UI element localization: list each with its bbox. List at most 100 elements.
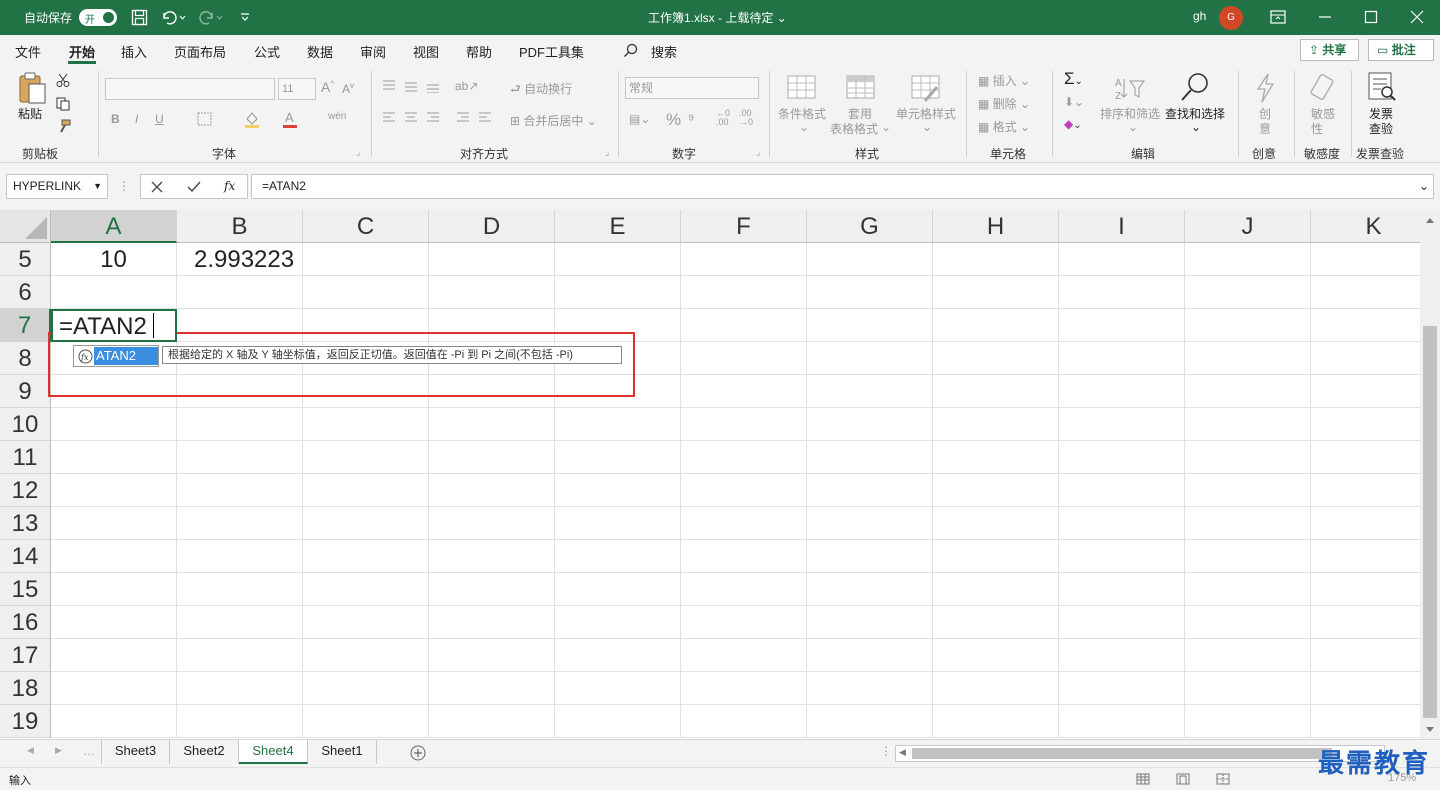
- cell-c12[interactable]: [303, 474, 429, 507]
- window-title[interactable]: 工作簿1.xlsx - 上载待定 ⌄: [648, 9, 787, 26]
- row-header-16[interactable]: 16: [0, 606, 51, 639]
- formula-input[interactable]: =ATAN2 ⌄: [251, 174, 1434, 199]
- cell-i12[interactable]: [1059, 474, 1185, 507]
- cell-d6[interactable]: [429, 276, 555, 309]
- cell-d18[interactable]: [429, 672, 555, 705]
- row-header-15[interactable]: 15: [0, 573, 51, 606]
- cell-e14[interactable]: [555, 540, 681, 573]
- cell-a14[interactable]: [51, 540, 177, 573]
- cell-i11[interactable]: [1059, 441, 1185, 474]
- cell-h14[interactable]: [933, 540, 1059, 573]
- cell-f12[interactable]: [681, 474, 807, 507]
- column-header-d[interactable]: D: [429, 210, 555, 243]
- cell-g17[interactable]: [807, 639, 933, 672]
- cell-h16[interactable]: [933, 606, 1059, 639]
- cell-i6[interactable]: [1059, 276, 1185, 309]
- add-sheet-icon[interactable]: [410, 745, 426, 761]
- cell-k13[interactable]: [1311, 507, 1420, 540]
- borders-icon[interactable]: [197, 112, 213, 126]
- autosum-icon[interactable]: Σ⌄: [1064, 69, 1083, 89]
- cell-f16[interactable]: [681, 606, 807, 639]
- cell-k11[interactable]: [1311, 441, 1420, 474]
- cell-k15[interactable]: [1311, 573, 1420, 606]
- cell-c17[interactable]: [303, 639, 429, 672]
- font-name-dropdown[interactable]: [105, 78, 275, 100]
- cell-a10[interactable]: [51, 408, 177, 441]
- underline-button[interactable]: U: [155, 112, 164, 126]
- cell-k19[interactable]: [1311, 705, 1420, 738]
- increase-decimal-icon[interactable]: ←0.00: [716, 109, 730, 127]
- sheet-tab-sheet1[interactable]: Sheet1: [308, 740, 377, 764]
- cell-b5[interactable]: 2.993223: [177, 243, 303, 276]
- cell-j19[interactable]: [1185, 705, 1311, 738]
- cell-b15[interactable]: [177, 573, 303, 606]
- search-icon[interactable]: [623, 43, 638, 58]
- sensitivity-label-2[interactable]: 性: [1311, 120, 1323, 137]
- undo-icon[interactable]: [160, 9, 186, 26]
- cell-d11[interactable]: [429, 441, 555, 474]
- invoice-check-icon[interactable]: [1367, 71, 1397, 103]
- column-header-j[interactable]: J: [1185, 210, 1311, 243]
- cell-e6[interactable]: [555, 276, 681, 309]
- cell-f19[interactable]: [681, 705, 807, 738]
- row-header-9[interactable]: 9: [0, 375, 51, 408]
- cell-h18[interactable]: [933, 672, 1059, 705]
- cell-d14[interactable]: [429, 540, 555, 573]
- save-icon[interactable]: [131, 9, 148, 26]
- cell-c15[interactable]: [303, 573, 429, 606]
- cell-f8[interactable]: [681, 342, 807, 375]
- cell-e13[interactable]: [555, 507, 681, 540]
- row-header-19[interactable]: 19: [0, 705, 51, 738]
- cell-c13[interactable]: [303, 507, 429, 540]
- scroll-up-icon[interactable]: [1425, 216, 1435, 224]
- cell-k14[interactable]: [1311, 540, 1420, 573]
- ideas-icon[interactable]: [1254, 73, 1276, 103]
- cell-h19[interactable]: [933, 705, 1059, 738]
- cell-f13[interactable]: [681, 507, 807, 540]
- cell-g6[interactable]: [807, 276, 933, 309]
- cell-b19[interactable]: [177, 705, 303, 738]
- number-dialog-launcher-icon[interactable]: ⌟: [756, 147, 760, 158]
- vertical-scrollbar[interactable]: [1420, 210, 1440, 739]
- cell-c6[interactable]: [303, 276, 429, 309]
- cell-d13[interactable]: [429, 507, 555, 540]
- cell-j13[interactable]: [1185, 507, 1311, 540]
- delete-cells-button[interactable]: ▦ 删除 ⌄: [978, 95, 1030, 112]
- bold-button[interactable]: B: [111, 112, 120, 126]
- minimize-icon[interactable]: [1318, 10, 1332, 24]
- sensitivity-icon[interactable]: [1310, 73, 1336, 103]
- comma-style-icon[interactable]: ⁹: [688, 111, 694, 128]
- cell-j7[interactable]: [1185, 309, 1311, 342]
- cell-i17[interactable]: [1059, 639, 1185, 672]
- cell-f10[interactable]: [681, 408, 807, 441]
- tab-view[interactable]: 视图: [413, 42, 439, 61]
- cell-d17[interactable]: [429, 639, 555, 672]
- cell-c16[interactable]: [303, 606, 429, 639]
- insert-cells-button[interactable]: ▦ 插入 ⌄: [978, 72, 1030, 89]
- column-header-k[interactable]: K: [1311, 210, 1420, 243]
- cell-j10[interactable]: [1185, 408, 1311, 441]
- autosave-toggle[interactable]: 开: [79, 9, 117, 26]
- cell-j5[interactable]: [1185, 243, 1311, 276]
- cell-i14[interactable]: [1059, 540, 1185, 573]
- cell-h9[interactable]: [933, 375, 1059, 408]
- cell-b17[interactable]: [177, 639, 303, 672]
- maximize-icon[interactable]: [1364, 10, 1378, 24]
- cell-g18[interactable]: [807, 672, 933, 705]
- cell-d19[interactable]: [429, 705, 555, 738]
- cell-d5[interactable]: [429, 243, 555, 276]
- column-header-g[interactable]: G: [807, 210, 933, 243]
- cell-j12[interactable]: [1185, 474, 1311, 507]
- insert-function-icon[interactable]: fx: [224, 179, 235, 193]
- format-painter-icon[interactable]: [56, 119, 72, 133]
- row-header-12[interactable]: 12: [0, 474, 51, 507]
- percent-icon[interactable]: %: [666, 110, 681, 130]
- cell-g12[interactable]: [807, 474, 933, 507]
- cell-e10[interactable]: [555, 408, 681, 441]
- search-label[interactable]: 搜索: [651, 42, 677, 61]
- cell-a13[interactable]: [51, 507, 177, 540]
- cell-f5[interactable]: [681, 243, 807, 276]
- conditional-format-icon[interactable]: [787, 75, 817, 103]
- cell-k12[interactable]: [1311, 474, 1420, 507]
- cell-b12[interactable]: [177, 474, 303, 507]
